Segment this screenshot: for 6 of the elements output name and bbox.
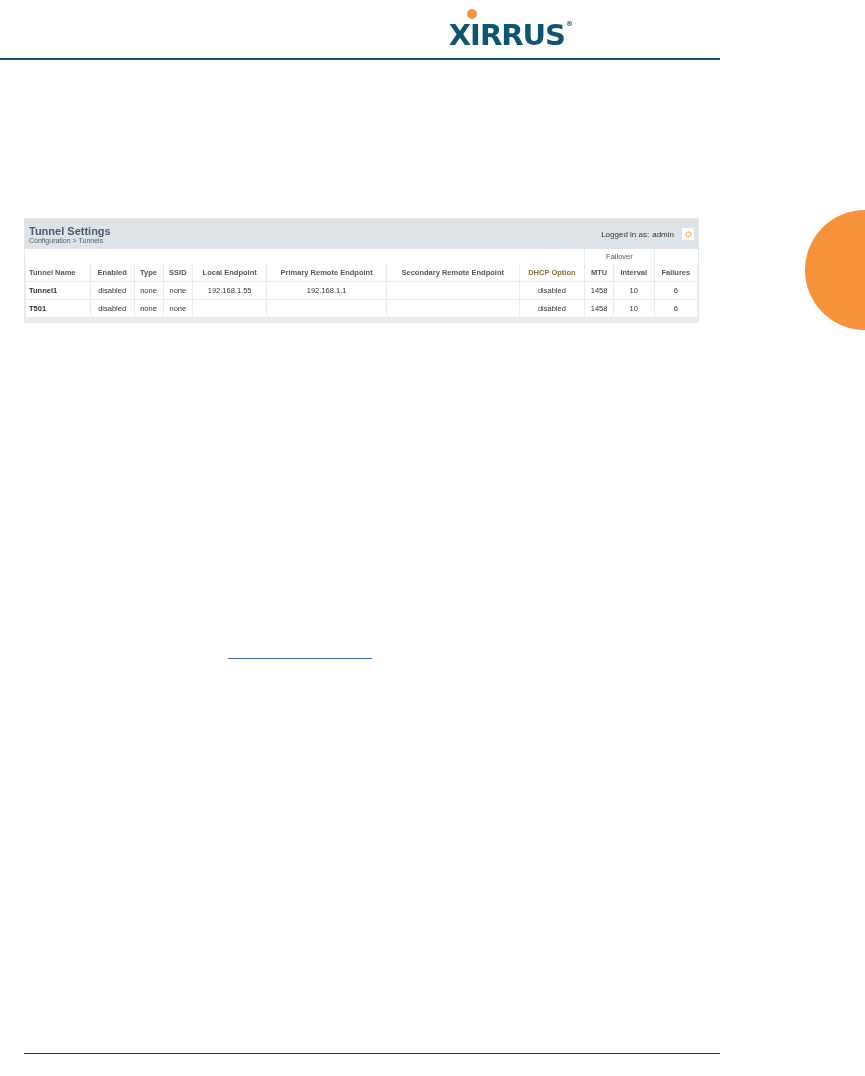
logo-dot-icon bbox=[466, 9, 477, 19]
login-label: Logged in as: bbox=[601, 229, 650, 239]
gear-icon bbox=[684, 230, 692, 238]
panel-title: Tunnel Settings bbox=[29, 224, 111, 237]
settings-button[interactable] bbox=[682, 228, 694, 240]
user-name: admin bbox=[652, 229, 674, 239]
